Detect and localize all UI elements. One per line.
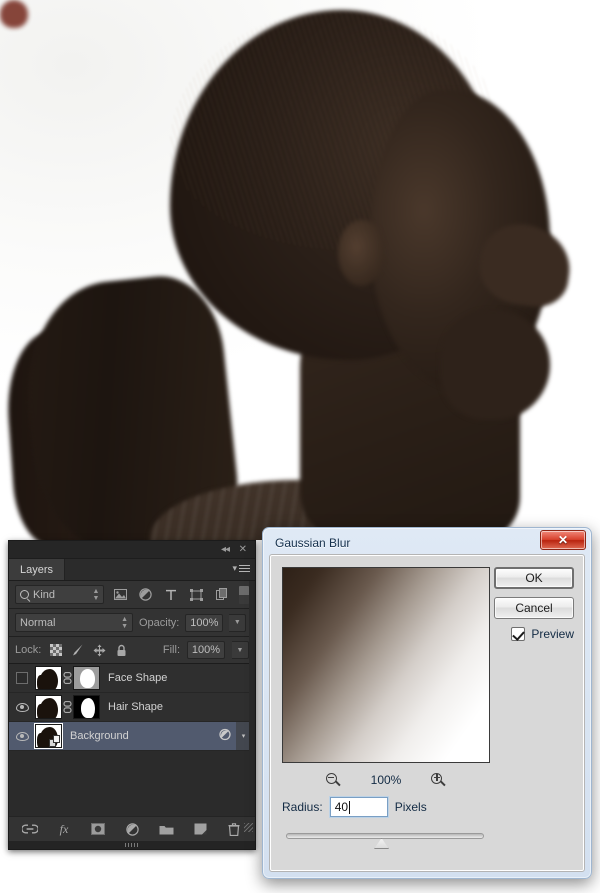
radius-input[interactable]: 40 bbox=[329, 797, 388, 817]
search-icon bbox=[20, 590, 29, 599]
adjustment-filter-icon[interactable] bbox=[136, 586, 155, 604]
radius-slider-thumb[interactable] bbox=[374, 838, 390, 849]
opacity-input[interactable]: 100% bbox=[185, 613, 224, 632]
silhouette-ear bbox=[338, 220, 384, 286]
blur-preview-image bbox=[283, 568, 489, 762]
mask-link-icon[interactable] bbox=[62, 701, 73, 713]
radius-slider-track[interactable] bbox=[286, 833, 484, 839]
smartobject-badge-icon bbox=[49, 735, 60, 747]
layer-visibility-toggle-hair-shape[interactable] bbox=[9, 702, 35, 712]
blend-mode-spinner-icon: ▲ ▼ bbox=[121, 615, 128, 630]
layer-name-background: Background bbox=[70, 730, 129, 742]
layer-thumbnail-face-shape[interactable] bbox=[35, 666, 62, 690]
radius-value: 40 bbox=[334, 800, 349, 814]
opacity-label: Opacity: bbox=[139, 616, 180, 629]
image-filter-icon[interactable] bbox=[110, 586, 129, 604]
layer-mask-thumbnail-hair-shape[interactable] bbox=[73, 695, 100, 719]
layers-panel-titlebar: ◂◂ ✕ bbox=[9, 541, 255, 559]
new-group-icon[interactable] bbox=[158, 821, 174, 837]
layer-visibility-toggle-face-shape[interactable] bbox=[9, 672, 35, 684]
close-icon[interactable]: ✕ bbox=[540, 530, 586, 550]
dialog-titlebar[interactable]: Gaussian Blur ✕ bbox=[266, 530, 588, 555]
preview-label: Preview bbox=[531, 627, 574, 641]
layer-thumbnail-hair-shape[interactable] bbox=[35, 695, 62, 719]
dialog-title: Gaussian Blur bbox=[275, 536, 351, 550]
layer-list: Face Shape Hair Shape Background ▾ bbox=[9, 664, 255, 751]
blend-mode-value: Normal bbox=[20, 616, 56, 629]
zoom-out-icon[interactable] bbox=[325, 772, 341, 788]
filter-kind-label: Kind bbox=[33, 588, 56, 601]
preview-zoom-controls: 100% bbox=[282, 769, 490, 791]
cancel-button[interactable]: Cancel bbox=[494, 597, 574, 619]
radius-units-label: Pixels bbox=[394, 800, 427, 814]
opacity-dropdown-icon[interactable]: ▼ bbox=[229, 613, 247, 632]
lock-row: Lock: Fill: 100% ▼ bbox=[9, 637, 255, 664]
layer-thumbnail-background[interactable] bbox=[34, 723, 63, 749]
layers-panel: ◂◂ ✕ Layers ▾ Kind ▲ ▼ Normal ▲ ▼ Opacit… bbox=[8, 540, 256, 850]
lock-image-icon[interactable] bbox=[70, 643, 85, 658]
gaussian-blur-dialog: Gaussian Blur ✕ 100% Radius: 40 Pixels O… bbox=[262, 527, 592, 879]
layer-row-background[interactable]: Background ▾ bbox=[9, 722, 255, 751]
panel-menu-icon[interactable]: ▾ bbox=[232, 563, 250, 574]
layers-panel-bottom-toolbar: fx bbox=[9, 816, 255, 841]
delete-layer-icon[interactable] bbox=[226, 821, 242, 837]
lock-all-icon[interactable] bbox=[114, 643, 129, 658]
eye-off-icon bbox=[16, 672, 28, 684]
layer-row-face-shape[interactable]: Face Shape bbox=[9, 664, 255, 693]
panel-drag-grip[interactable] bbox=[9, 841, 255, 849]
link-layers-icon[interactable] bbox=[22, 821, 38, 837]
text-cursor bbox=[349, 800, 351, 814]
silhouette-chin bbox=[440, 310, 550, 420]
layer-name-face-shape: Face Shape bbox=[108, 672, 168, 684]
blend-mode-row: Normal ▲ ▼ Opacity: 100% ▼ bbox=[9, 609, 255, 637]
panel-resize-handle[interactable] bbox=[244, 823, 253, 832]
shape-filter-icon[interactable] bbox=[187, 586, 206, 604]
layer-row-hair-shape[interactable]: Hair Shape bbox=[9, 693, 255, 722]
radius-label: Radius: bbox=[282, 800, 323, 814]
new-layer-icon[interactable] bbox=[192, 821, 208, 837]
add-mask-icon[interactable] bbox=[90, 821, 106, 837]
blend-mode-select[interactable]: Normal ▲ ▼ bbox=[15, 613, 133, 632]
layer-styles-fx-icon[interactable]: fx bbox=[56, 821, 72, 837]
type-filter-icon[interactable] bbox=[161, 586, 180, 604]
preview-checkbox[interactable] bbox=[511, 627, 526, 641]
filter-kind-select[interactable]: Kind ▲ ▼ bbox=[15, 585, 105, 604]
preview-checkbox-row[interactable]: Preview bbox=[511, 627, 574, 641]
radius-slider[interactable] bbox=[286, 829, 484, 851]
zoom-level-value: 100% bbox=[370, 773, 402, 787]
layer-list-scrollbar[interactable] bbox=[249, 581, 255, 816]
radius-control-row: Radius: 40 Pixels bbox=[282, 797, 427, 817]
tab-layers[interactable]: Layers bbox=[9, 559, 66, 580]
layer-name-hair-shape: Hair Shape bbox=[108, 701, 164, 713]
mask-link-icon[interactable] bbox=[62, 672, 73, 684]
panel-menu-caret: ▾ bbox=[232, 563, 237, 573]
panel-menu-lines-icon bbox=[239, 563, 250, 574]
filter-toggle-switch[interactable] bbox=[239, 585, 249, 604]
layer-mask-thumbnail-face-shape[interactable] bbox=[73, 666, 100, 690]
lock-transparent-icon[interactable] bbox=[48, 643, 63, 658]
adjustment-layer-icon[interactable] bbox=[124, 821, 140, 837]
fill-label: Fill: bbox=[162, 644, 180, 656]
fill-input[interactable]: 100% bbox=[187, 641, 225, 659]
collapse-panel-icon[interactable]: ◂◂ bbox=[221, 544, 230, 556]
zoom-in-icon[interactable] bbox=[431, 772, 447, 788]
close-panel-icon[interactable]: ✕ bbox=[239, 544, 247, 556]
hair-band bbox=[0, 0, 28, 28]
layer-filter-row: Kind ▲ ▼ bbox=[9, 581, 255, 609]
eye-icon bbox=[15, 702, 29, 712]
photo-canvas bbox=[0, 0, 600, 540]
dialog-body: 100% Radius: 40 Pixels OK Cancel Preview bbox=[269, 554, 585, 872]
smartobject-filter-icon[interactable] bbox=[212, 586, 231, 604]
ok-button[interactable]: OK bbox=[494, 567, 574, 589]
layer-effects-icon[interactable] bbox=[219, 728, 233, 744]
filter-kind-spinner-icon: ▲ ▼ bbox=[92, 587, 100, 602]
layer-visibility-toggle-background[interactable] bbox=[9, 731, 35, 741]
lock-position-icon[interactable] bbox=[92, 643, 107, 658]
lock-label: Lock: bbox=[15, 644, 42, 656]
eye-icon bbox=[15, 731, 29, 741]
layers-panel-tabbar: Layers ▾ bbox=[9, 559, 255, 581]
blur-preview[interactable] bbox=[282, 567, 490, 763]
fill-dropdown-icon[interactable]: ▼ bbox=[232, 641, 249, 659]
